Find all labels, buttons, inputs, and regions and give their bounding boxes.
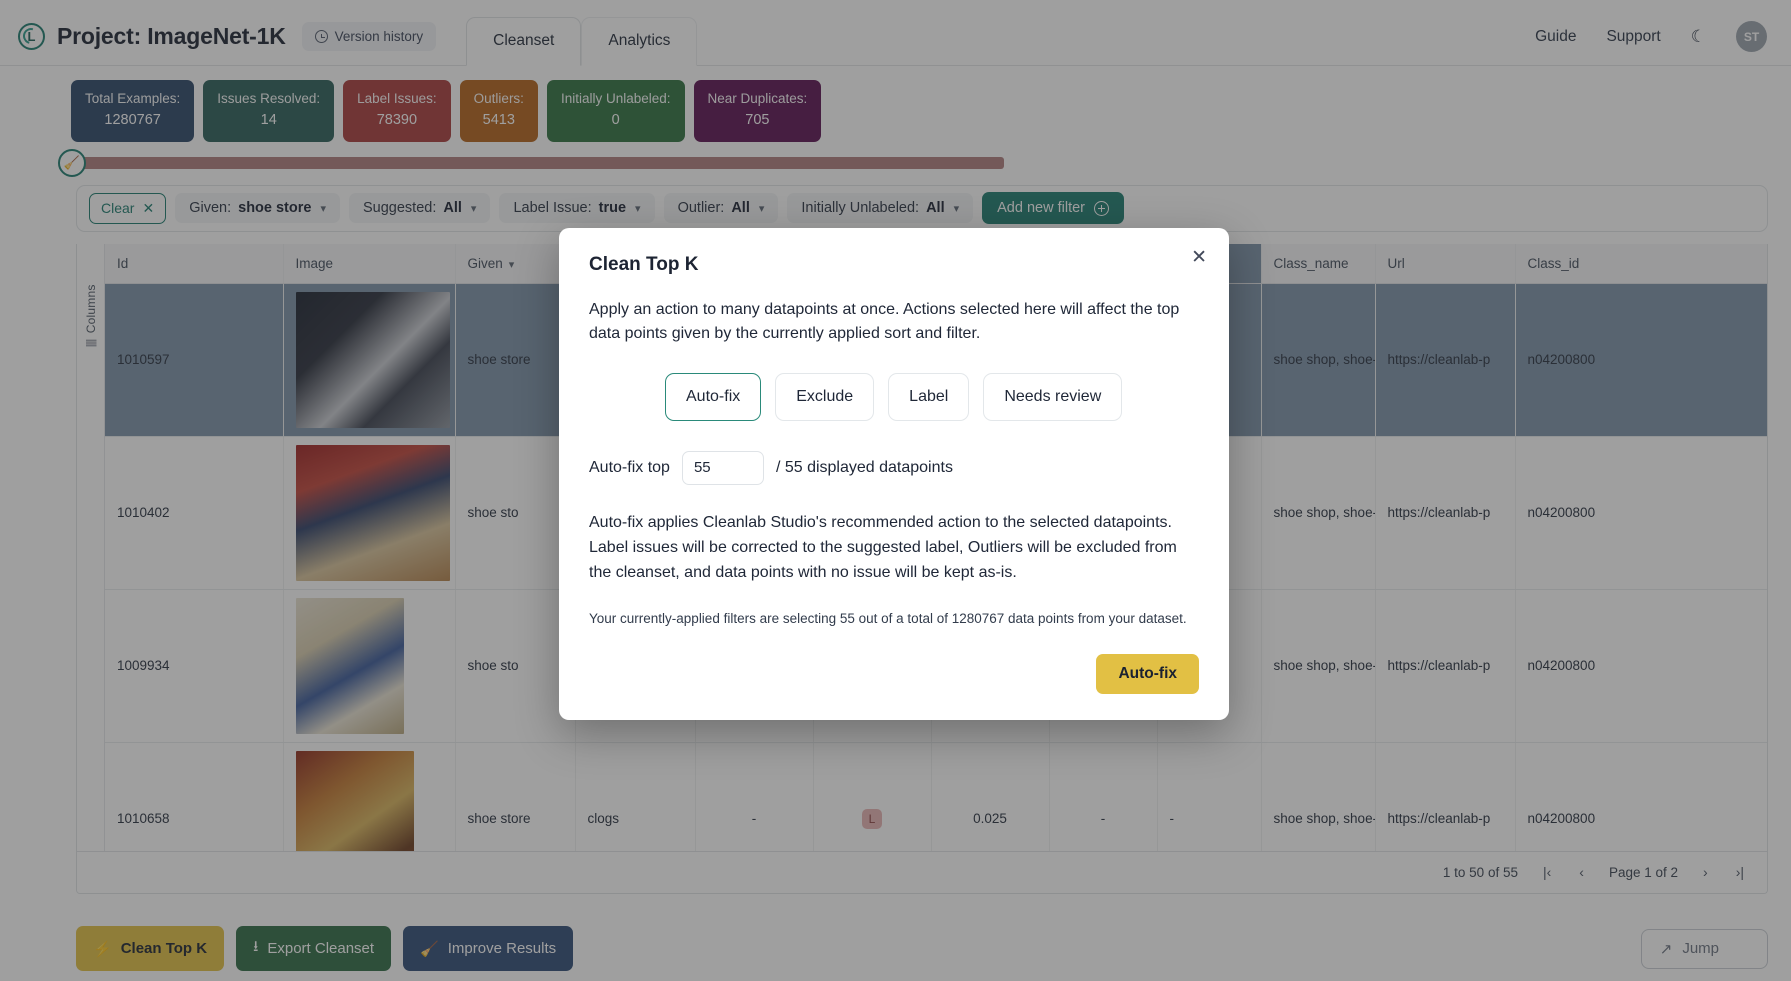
modal-explanation: Auto-fix applies Cleanlab Studio's recom…: [589, 513, 1177, 581]
action-tab-needs-review[interactable]: Needs review: [983, 372, 1123, 421]
top-k-suffix-label: / 55 displayed datapoints: [775, 458, 953, 476]
clean-top-k-modal: Clean Top K ✕ Apply an action to many da…: [559, 228, 1229, 720]
modal-footer: Auto-fix: [589, 653, 1199, 694]
action-tab-label[interactable]: Label: [888, 372, 970, 421]
action-tab-exclude[interactable]: Exclude: [775, 372, 875, 421]
modal-description: Apply an action to many datapoints at on…: [589, 301, 1180, 343]
auto-fix-confirm-button[interactable]: Auto-fix: [1096, 653, 1199, 694]
top-k-row: Auto-fix top / 55 displayed datapoints: [589, 450, 1199, 485]
app-root: L Project: ImageNet-1K Version history C…: [0, 0, 1791, 981]
close-icon[interactable]: ✕: [1191, 248, 1207, 267]
modal-action-tabs: Auto-fix Exclude Label Needs review: [589, 372, 1199, 421]
modal-filter-note: Your currently-applied filters are selec…: [589, 611, 1187, 627]
modal-title: Clean Top K: [589, 254, 699, 275]
top-k-input[interactable]: [681, 450, 764, 485]
action-tab-auto-fix[interactable]: Auto-fix: [665, 372, 762, 421]
top-k-prefix-label: Auto-fix top: [589, 458, 670, 476]
